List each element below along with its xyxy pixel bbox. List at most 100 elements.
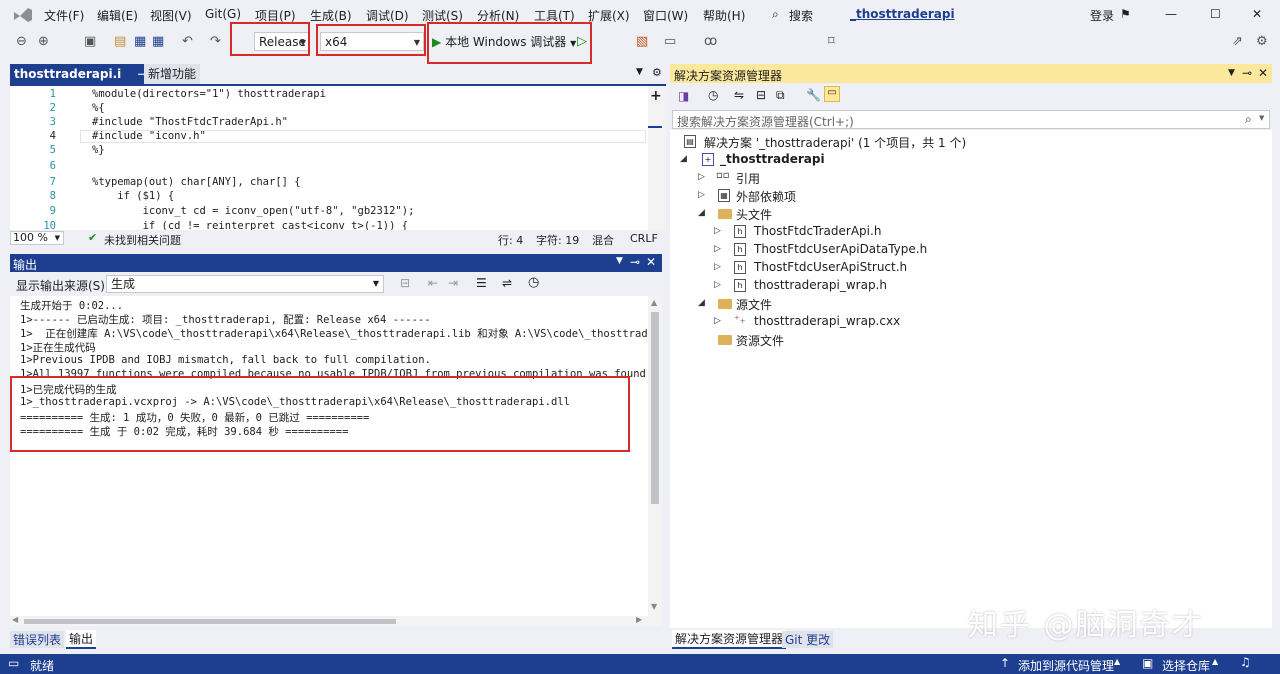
eol-indicator[interactable]: CRLF — [630, 232, 658, 245]
clock-icon[interactable]: ◷ — [528, 275, 539, 290]
code-editor[interactable]: 1 2 3 4 5 6 7 8 9 10 %module(directors="… — [10, 84, 666, 232]
back-icon[interactable]: ⊖ — [16, 34, 27, 49]
show-all-files-icon[interactable]: ⧉ — [776, 88, 785, 103]
collapse-all-icon[interactable]: ⊟ — [756, 88, 766, 102]
collapsed-arrow-icon[interactable]: ▷ — [698, 172, 705, 182]
scroll-left-icon[interactable]: ◀ — [12, 615, 18, 624]
search-icon[interactable]: ⌕ — [1245, 112, 1252, 127]
issues-status[interactable]: 未找到相关问题 — [104, 232, 181, 248]
panel-menu-icon[interactable]: ▼ — [1228, 68, 1235, 78]
settings-icon[interactable]: ⚙ — [1256, 34, 1268, 49]
window-layout-icon[interactable]: ▭ — [664, 34, 676, 49]
tab-output[interactable]: 输出 — [66, 630, 97, 649]
menu-window[interactable]: 窗口(W) — [643, 7, 688, 24]
redo-icon[interactable]: ↷ — [210, 34, 221, 49]
word-wrap-icon[interactable]: ⇌ — [502, 276, 512, 290]
switch-views-icon[interactable]: ◨ — [678, 89, 689, 103]
collapsed-arrow-icon[interactable]: ▷ — [714, 316, 721, 326]
col-indicator[interactable]: 字符: 19 — [536, 232, 579, 248]
tab-mode-indicator[interactable]: 混合 — [592, 232, 614, 248]
scroll-right-icon[interactable]: ▶ — [636, 615, 642, 624]
zoom-select[interactable]: 100 % ▼ — [10, 231, 64, 245]
login-button[interactable]: 登录 — [1090, 7, 1114, 24]
tab-solution-explorer[interactable]: 解决方案资源管理器 — [672, 630, 787, 649]
clear-all-icon[interactable]: ☰ — [476, 276, 487, 290]
pending-changes-icon[interactable]: ◷ — [708, 88, 718, 102]
live-share-icon[interactable]: ⇗ — [1232, 34, 1243, 49]
tab-overflow-icon[interactable]: ▼ — [636, 67, 643, 77]
solution-root[interactable]: 解决方案 '_thosttraderapi' (1 个项目，共 1 个) — [704, 134, 966, 151]
header-file-item[interactable]: ThostFtdcUserApiDataType.h — [754, 242, 927, 256]
menu-debug[interactable]: 调试(D) — [366, 7, 409, 24]
solution-search-field[interactable]: 搜索解决方案资源管理器(Ctrl+;) ⌕ ▼ — [672, 110, 1270, 129]
output-vertical-scrollbar[interactable]: ▲ ▼ — [648, 296, 662, 626]
header-file-item[interactable]: ThostFtdcTraderApi.h — [754, 224, 881, 238]
row-indicator[interactable]: 行: 4 — [498, 232, 523, 248]
output-horizontal-scrollbar[interactable]: ◀ ▶ — [10, 615, 648, 626]
header-file-item[interactable]: ThostFtdcUserApiStruct.h — [754, 260, 907, 274]
undo-icon[interactable]: ↶ — [182, 34, 193, 49]
output-source-select[interactable]: 生成 ▼ — [106, 275, 384, 293]
scroll-up-icon[interactable]: ▲ — [651, 298, 657, 307]
forward-icon[interactable]: ⊕ — [38, 34, 49, 49]
menu-view[interactable]: 视图(V) — [150, 7, 192, 24]
notification-bell-icon[interactable]: ♫ — [1240, 655, 1251, 669]
menu-build[interactable]: 生成(B) — [310, 7, 352, 24]
pin-icon[interactable]: ⊸ — [1242, 66, 1252, 80]
minimize-icon[interactable]: — — [1165, 7, 1177, 21]
scroll-down-icon[interactable]: ▼ — [651, 602, 657, 611]
collapsed-arrow-icon[interactable]: ▷ — [714, 226, 721, 236]
select-repository[interactable]: 选择仓库 — [1162, 657, 1210, 674]
menu-help[interactable]: 帮助(H) — [703, 7, 745, 24]
external-deps-node[interactable]: 外部依赖项 — [736, 188, 796, 205]
menu-edit[interactable]: 编辑(E) — [97, 7, 138, 24]
resources-node[interactable]: 资源文件 — [736, 332, 784, 349]
next-message-icon[interactable]: ⇥ — [448, 276, 458, 290]
bookmark-icon[interactable]: ⌑ — [828, 34, 835, 49]
panel-menu-icon[interactable]: ▼ — [616, 256, 623, 266]
split-icon[interactable]: + — [650, 88, 662, 104]
close-icon[interactable]: ✕ — [1252, 7, 1262, 21]
feedback-icon[interactable]: ⚑ — [1120, 7, 1131, 21]
collapsed-arrow-icon[interactable]: ▷ — [714, 262, 721, 272]
sync-icon[interactable]: ⇋ — [734, 88, 744, 102]
find-message-icon[interactable]: ⊟ — [400, 276, 410, 290]
project-node[interactable]: _thosttraderapi — [720, 152, 825, 166]
menu-extensions[interactable]: 扩展(X) — [588, 7, 630, 24]
pin-icon[interactable]: ⊸ — [630, 255, 640, 269]
add-to-source-control[interactable]: 添加到源代码管理 — [1018, 657, 1114, 674]
references-node[interactable]: 引用 — [736, 170, 760, 187]
collapsed-arrow-icon[interactable]: ▷ — [714, 244, 721, 254]
maximize-icon[interactable]: ☐ — [1210, 7, 1221, 21]
new-project-icon[interactable]: ▣ — [84, 34, 96, 49]
output-window-icon[interactable]: ▭ — [8, 656, 19, 670]
spell-check-icon[interactable]: ꝏ — [704, 34, 717, 49]
close-icon[interactable]: ✕ — [1258, 66, 1268, 80]
scroll-thumb-horizontal[interactable] — [24, 619, 396, 624]
properties-icon[interactable]: 🔧 — [806, 88, 821, 102]
close-icon[interactable]: ✕ — [646, 255, 656, 269]
collapsed-arrow-icon[interactable]: ▷ — [698, 190, 705, 200]
search-button[interactable]: 搜索 — [789, 7, 813, 24]
search-icon[interactable]: ⌕ — [772, 7, 779, 22]
open-folder-icon[interactable]: ▤ — [114, 34, 126, 49]
collapsed-arrow-icon[interactable]: ▷ — [714, 280, 721, 290]
tab-whats-new[interactable]: 新增功能 — [144, 64, 201, 84]
menu-file[interactable]: 文件(F) — [44, 7, 84, 24]
expanded-arrow-icon[interactable]: ◢ — [698, 298, 705, 308]
tab-git-changes[interactable]: Git 更改 — [782, 631, 834, 648]
gear-icon[interactable]: ⚙ — [652, 66, 662, 79]
output-text-area[interactable]: 生成开始于 0:02... 1>------ 已启动生成: 项目: _thost… — [10, 296, 662, 626]
editor-vertical-scrollbar[interactable] — [648, 86, 666, 232]
preview-icon[interactable]: ▭ — [824, 86, 840, 102]
previous-message-icon[interactable]: ⇤ — [428, 276, 438, 290]
sources-node[interactable]: 源文件 — [736, 296, 772, 313]
tab-error-list[interactable]: 错误列表 — [10, 631, 65, 648]
header-file-item[interactable]: thosttraderapi_wrap.h — [754, 278, 887, 292]
expanded-arrow-icon[interactable]: ◢ — [698, 208, 705, 218]
expanded-arrow-icon[interactable]: ◢ — [680, 154, 687, 164]
headers-node[interactable]: 头文件 — [736, 206, 772, 223]
menu-git[interactable]: Git(G) — [205, 7, 241, 21]
save-icon[interactable]: ▦ — [134, 34, 146, 49]
source-file-item[interactable]: thosttraderapi_wrap.cxx — [754, 314, 900, 328]
